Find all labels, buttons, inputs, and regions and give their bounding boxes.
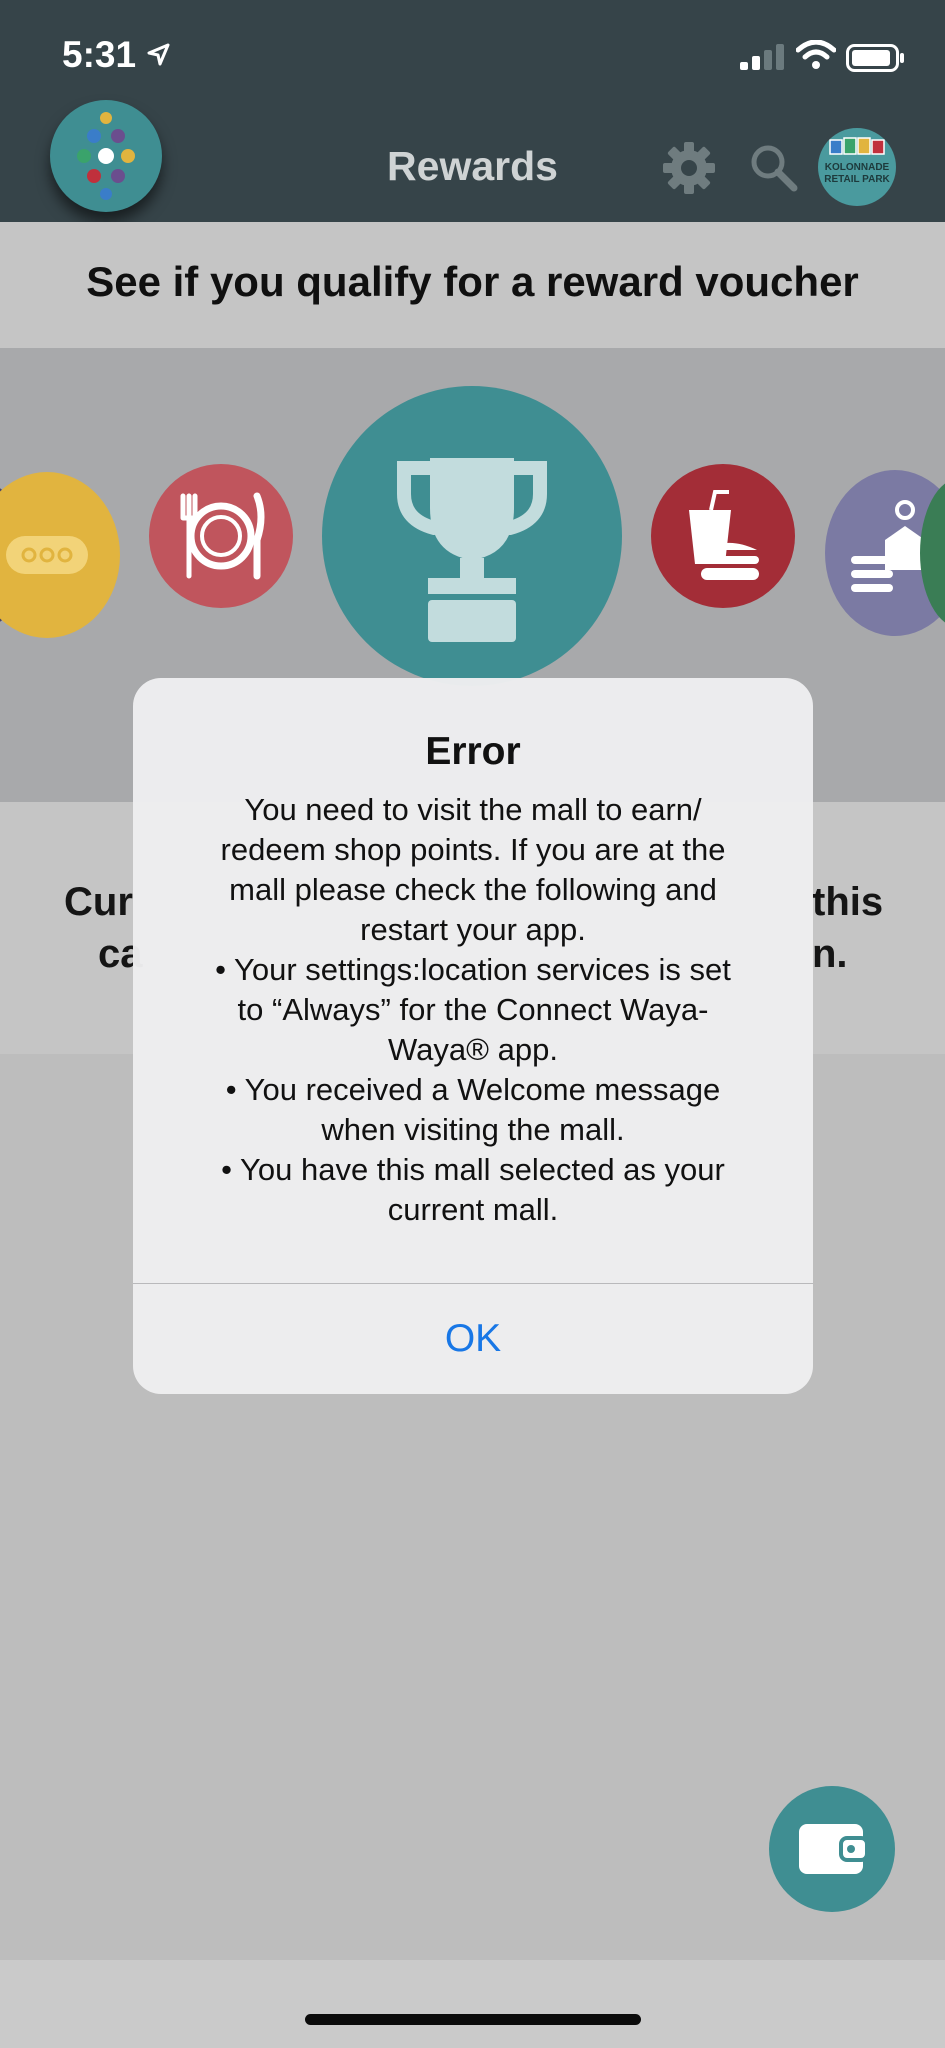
home-indicator[interactable] xyxy=(305,2014,641,2025)
shop-fronts-icon xyxy=(829,137,885,155)
reward-banner-text: See if you qualify for a reward voucher xyxy=(86,258,859,305)
alert-message-line: redeem shop points. If you are at the xyxy=(220,832,726,867)
category-dining[interactable] xyxy=(149,464,293,608)
alert-message-line: • Your settings:location services is set xyxy=(215,952,731,987)
more-icon xyxy=(6,536,88,574)
alert-message-line: • You received a Welcome message xyxy=(225,1072,721,1107)
alert-message-line: mall please check the following and xyxy=(229,872,717,907)
category-rewards[interactable] xyxy=(322,386,622,686)
wallet-button[interactable] xyxy=(769,1786,895,1912)
alert-message-line: • You have this mall selected as your xyxy=(221,1152,725,1187)
battery-icon xyxy=(846,44,904,72)
location-arrow-icon xyxy=(147,43,170,66)
category-fast-food[interactable] xyxy=(651,464,795,608)
mall-logo-text: KOLONNADE RETAIL PARK xyxy=(824,162,890,185)
alert-message-line: to “Always” for the Connect Waya- xyxy=(237,992,709,1027)
bg-text-line1-right: this xyxy=(812,880,884,924)
category-more[interactable] xyxy=(0,472,120,638)
fast-food-icon xyxy=(689,490,759,580)
bg-text-line2-right: n. xyxy=(812,932,848,976)
gear-icon[interactable] xyxy=(661,140,717,196)
error-alert-dialog: Error You need to visit the mall to earn… xyxy=(133,678,813,1394)
alert-message-line: restart your app. xyxy=(360,912,586,947)
page-title: Rewards xyxy=(387,143,558,189)
bottom-bar xyxy=(0,1960,945,2048)
alert-message-line: Waya® app. xyxy=(388,1032,558,1067)
wifi-icon xyxy=(796,40,836,69)
search-icon[interactable] xyxy=(748,142,798,192)
trophy-icon xyxy=(397,458,547,642)
wallet-icon xyxy=(799,1824,869,1874)
status-time: 5:31 xyxy=(62,34,137,75)
cellular-signal-icon xyxy=(740,44,784,70)
alert-title: Error xyxy=(425,730,521,773)
ok-button[interactable]: OK xyxy=(133,1284,813,1394)
alert-message-line: You need to visit the mall to earn/ xyxy=(244,792,702,827)
alert-message-line: when visiting the mall. xyxy=(321,1112,625,1147)
dining-icon xyxy=(180,492,265,580)
mall-avatar-button[interactable]: KOLONNADE RETAIL PARK xyxy=(818,128,896,206)
alert-message: You need to visit the mall to earn/ rede… xyxy=(173,790,773,1230)
alert-message-line: current mall. xyxy=(387,1192,559,1227)
bg-text-line1-left: Cur xyxy=(64,880,133,924)
